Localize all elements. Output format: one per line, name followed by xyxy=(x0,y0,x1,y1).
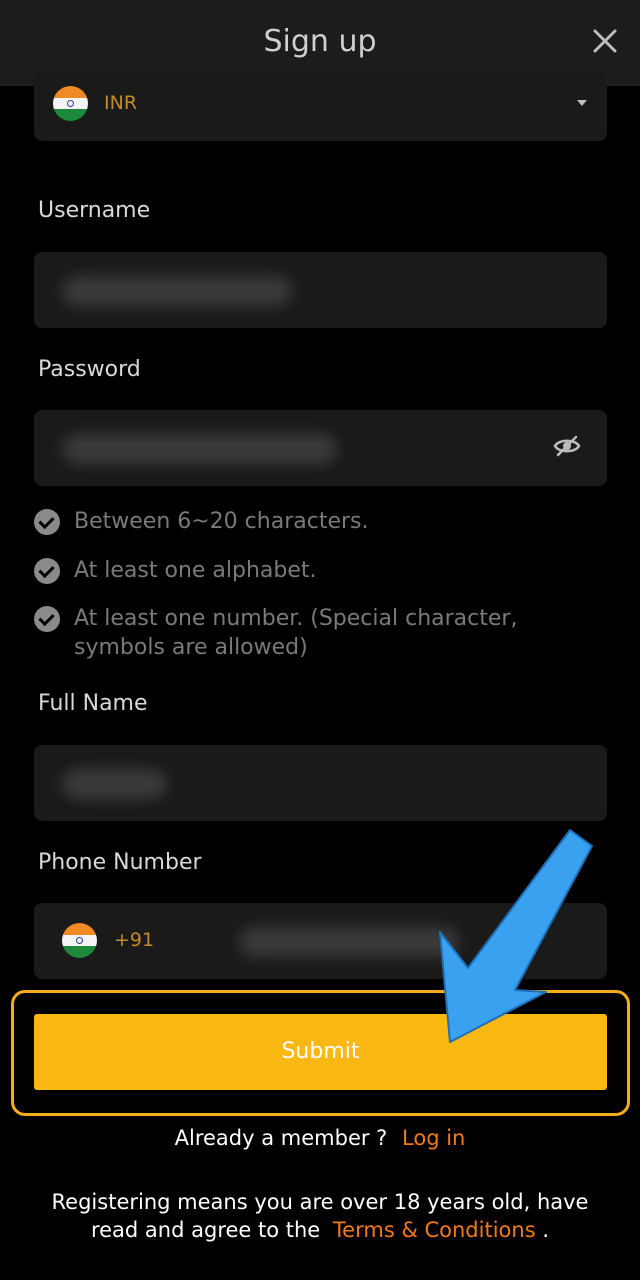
password-label: Password xyxy=(38,357,141,382)
check-circle-icon xyxy=(34,509,60,535)
page-title: Sign up xyxy=(263,24,377,59)
redacted-value xyxy=(62,434,337,464)
username-label: Username xyxy=(38,198,151,223)
terms-link[interactable]: Terms & Conditions xyxy=(333,1218,536,1242)
legal-text: Registering means you are over 18 years … xyxy=(51,1190,589,1242)
currency-code: INR xyxy=(104,92,138,114)
redacted-value xyxy=(62,276,292,306)
close-icon[interactable] xyxy=(590,26,620,56)
pointer-arrow-icon xyxy=(439,829,593,1043)
caret-down-icon xyxy=(577,100,587,106)
india-flag-icon xyxy=(62,923,97,958)
login-prompt: Already a member ? Log in xyxy=(174,1126,466,1150)
check-circle-icon xyxy=(34,606,60,632)
full-name-label: Full Name xyxy=(38,691,148,716)
phone-label: Phone Number xyxy=(38,850,202,875)
login-link[interactable]: Log in xyxy=(402,1126,465,1150)
country-code: +91 xyxy=(114,929,155,951)
redacted-value xyxy=(62,769,167,799)
username-input[interactable] xyxy=(34,252,607,328)
password-input[interactable] xyxy=(34,410,607,486)
currency-select[interactable]: INR xyxy=(34,70,607,141)
india-flag-icon xyxy=(53,86,88,121)
check-circle-icon xyxy=(34,558,60,584)
eye-hidden-icon[interactable] xyxy=(553,434,581,458)
